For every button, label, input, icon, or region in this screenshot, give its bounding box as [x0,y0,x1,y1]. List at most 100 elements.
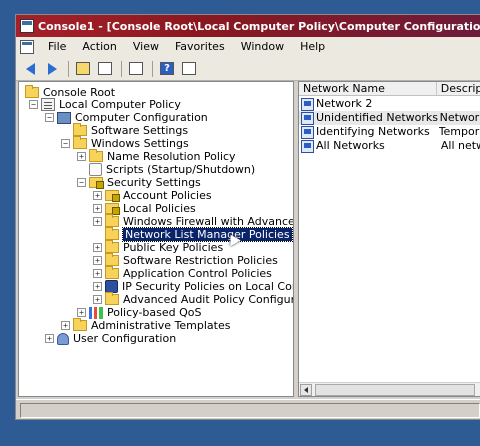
tree-item-policy-based-qos[interactable]: Policy-based QoS [89,306,202,319]
folder-icon [73,136,87,149]
tree-item-label: Name Resolution Policy [107,150,236,163]
tree-item-label: Local Policies [123,202,196,215]
policy-icon [41,98,55,111]
tree-item-label: Software Restriction Policies [123,254,278,267]
toolbar: ? [16,57,480,81]
tree-item-name-resolution-policy[interactable]: Name Resolution Policy [89,149,236,163]
user-icon [57,332,69,345]
menu-help[interactable]: Help [292,38,333,56]
console-tree[interactable]: Console Root − Local Computer Policy − C… [18,81,294,397]
network-name: Network 2 [316,97,373,110]
column-header-network-name[interactable]: Network Name [299,82,437,96]
toolbar-separator [68,60,69,77]
tree-item-label: Windows Settings [91,137,189,150]
collapse-toggle[interactable]: − [61,139,70,148]
console-app-icon[interactable] [20,19,34,33]
network-name: All Networks [316,139,385,152]
show-hide-tree-icon [98,62,112,75]
expand-toggle[interactable]: + [93,204,102,213]
forward-button[interactable] [42,60,62,78]
tree-item-label: Public Key Policies [123,241,224,254]
tree-item-local-computer-policy[interactable]: Local Computer Policy [41,98,181,111]
back-button[interactable] [20,60,40,78]
folder-icon [105,240,119,253]
tree-item-security-settings[interactable]: Security Settings [89,176,201,189]
export-list-button[interactable] [126,60,146,78]
tree-item-label: User Configuration [73,332,177,345]
system-menu-icon[interactable] [20,40,34,54]
collapse-toggle[interactable]: − [77,178,86,187]
tree-item-local-policies[interactable]: Local Policies [105,202,196,215]
result-list[interactable]: Network Name Descript Network 2 Unidenti… [298,81,480,397]
tree-item-label: Account Policies [123,189,212,202]
show-hide-tree-button[interactable] [95,60,115,78]
expand-toggle[interactable]: + [93,191,102,200]
network-description: Tempora [438,125,480,138]
help-button[interactable]: ? [157,60,177,78]
column-header-description[interactable]: Descript [437,82,480,96]
expand-toggle[interactable]: + [93,256,102,265]
list-item[interactable]: Network 2 [299,97,480,111]
toolbar-separator [121,60,122,77]
folder-icon [105,292,119,305]
list-item[interactable]: Identifying Networks Tempora [299,125,480,139]
network-description: Network [439,111,480,124]
tree-item-account-policies[interactable]: Account Policies [105,189,212,202]
secure-folder-icon [105,190,120,202]
tree-item-label: Advanced Audit Policy Configuration [123,293,293,306]
tree-item-public-key-policies[interactable]: Public Key Policies [105,240,224,254]
horizontal-scrollbar[interactable] [299,382,480,396]
tree-item-network-list-manager-policies[interactable]: Network List Manager Policies [105,227,293,242]
network-name: Identifying Networks [316,125,430,138]
scrollbar-thumb[interactable] [315,384,475,396]
network-description: All netw [440,139,480,152]
tree-item-software-restriction-policies[interactable]: Software Restriction Policies [105,253,278,267]
scripts-icon [89,163,102,176]
expand-toggle[interactable]: + [93,243,102,252]
tree-item-administrative-templates[interactable]: Administrative Templates [73,318,231,332]
content-area: Console Root − Local Computer Policy − C… [18,81,480,397]
up-one-level-button[interactable] [73,60,93,78]
expand-toggle[interactable]: + [61,321,70,330]
status-bar [16,399,480,419]
tree-item-application-control-policies[interactable]: Application Control Policies [105,266,272,280]
expand-toggle[interactable]: + [93,282,102,291]
menu-bar: File Action View Favorites Window Help [16,37,480,57]
expand-toggle[interactable]: + [93,269,102,278]
menu-file[interactable]: File [40,38,74,56]
tree-item-label: Security Settings [107,176,201,189]
scroll-left-arrow-icon[interactable] [300,384,312,396]
folder-icon [73,318,87,331]
expand-toggle[interactable]: + [93,217,102,226]
collapse-toggle[interactable]: − [29,100,38,109]
expand-toggle[interactable]: + [93,295,102,304]
back-arrow-icon [25,62,35,75]
list-item[interactable]: All Networks All netw [299,139,480,153]
tree-item-scripts[interactable]: Scripts (Startup/Shutdown) [89,163,255,176]
tree-item-label: Computer Configuration [75,111,208,124]
tree-item-windows-firewall[interactable]: Windows Firewall with Advanced Security [105,214,293,228]
tree-item-label-selected: Network List Manager Policies [122,227,293,242]
list-item[interactable]: Unidentified Networks Network [299,111,480,125]
expand-toggle[interactable]: + [45,334,54,343]
expand-toggle[interactable]: + [77,308,86,317]
tree-item-label: Software Settings [91,124,189,137]
expand-toggle[interactable]: + [77,152,86,161]
menu-action[interactable]: Action [74,38,124,56]
folder-icon [105,227,119,240]
tree-item-label: Application Control Policies [123,267,272,280]
properties-button[interactable] [179,60,199,78]
tree-item-ip-security-policies[interactable]: IP Security Policies on Local Computer [105,280,293,293]
tree-item-advanced-audit-policy[interactable]: Advanced Audit Policy Configuration [105,292,293,306]
tree-item-label: Windows Firewall with Advanced Security [123,215,293,228]
collapse-toggle[interactable]: − [45,113,54,122]
tree-item-user-configuration[interactable]: User Configuration [57,332,176,345]
title-bar[interactable]: Console1 - [Console Root\Local Computer … [16,15,480,37]
menu-window[interactable]: Window [233,38,292,56]
tree-item-software-settings[interactable]: Software Settings [73,123,189,137]
secure-folder-icon [105,203,120,215]
menu-view[interactable]: View [125,38,167,56]
menu-favorites[interactable]: Favorites [167,38,233,56]
up-folder-icon [76,62,90,75]
status-panel [20,403,480,418]
